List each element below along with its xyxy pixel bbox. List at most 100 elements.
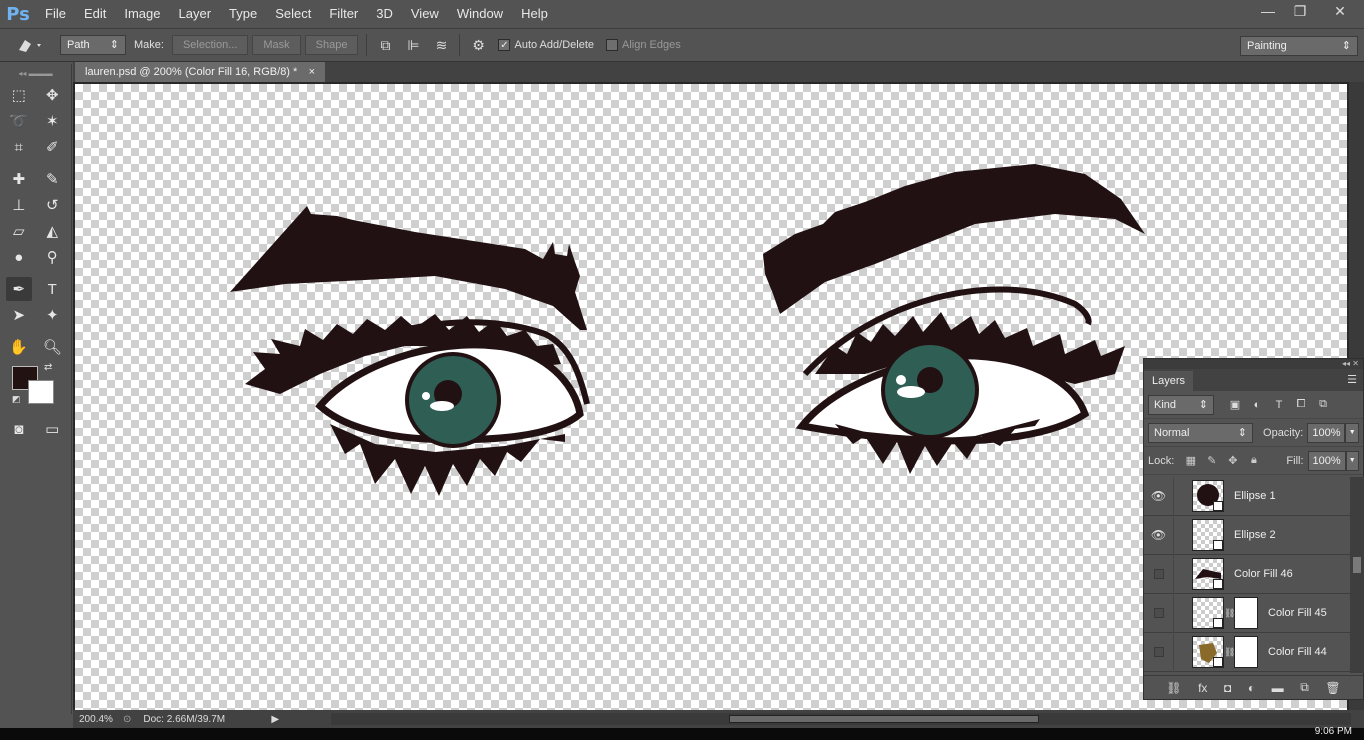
layer-row[interactable]: ⛓ Color Fill 44 <box>1144 632 1350 672</box>
minimize-button[interactable]: — <box>1252 0 1284 22</box>
lock-image-icon[interactable]: ✎ <box>1201 451 1222 471</box>
status-menu-arrow-icon[interactable]: ▶ <box>271 714 279 725</box>
panel-header[interactable]: ◂◂ ✕ <box>1144 359 1363 369</box>
zoom-tool-icon[interactable]: 🔍︎ <box>39 335 65 359</box>
visibility-toggle-empty[interactable] <box>1144 554 1174 594</box>
close-tab-icon[interactable]: × <box>309 62 315 82</box>
document-tab[interactable]: lauren.psd @ 200% (Color Fill 16, RGB/8)… <box>75 62 325 82</box>
path-arrangement-icon[interactable]: ≋ <box>427 28 455 62</box>
eraser-icon[interactable]: ▱ <box>6 219 32 243</box>
path-operations-icon[interactable]: ⧉ <box>371 28 399 62</box>
menu-window[interactable]: Window <box>448 0 512 28</box>
lock-position-icon[interactable]: ✥ <box>1222 451 1243 471</box>
restore-button[interactable]: ❐ <box>1284 0 1316 22</box>
smart-object-filter-icon[interactable]: ⧉ <box>1312 395 1334 415</box>
default-colors-icon[interactable]: ◩ <box>12 394 21 405</box>
link-chain-icon[interactable]: ⛓ <box>1224 608 1235 619</box>
path-selection-icon[interactable]: ➤ <box>6 303 32 327</box>
visibility-toggle-empty[interactable] <box>1144 593 1174 633</box>
auto-add-delete-checkbox[interactable]: ✓ Auto Add/Delete <box>492 39 600 51</box>
close-button[interactable]: ✕ <box>1316 0 1364 22</box>
opacity-dropdown-icon[interactable]: ▼ <box>1345 422 1359 443</box>
tab-layers[interactable]: Layers <box>1144 371 1194 391</box>
type-tool-icon[interactable]: T <box>39 277 65 301</box>
align-edges-checkbox[interactable]: Align Edges <box>600 39 687 51</box>
visibility-eye-icon[interactable]: 👁︎ <box>1144 515 1174 555</box>
visibility-eye-icon[interactable]: 👁︎ <box>1144 477 1174 516</box>
new-layer-icon[interactable]: ⧉ <box>1300 680 1309 695</box>
scroll-thumb[interactable] <box>729 715 1039 723</box>
panel-menu-icon[interactable]: ☰ <box>1347 373 1357 386</box>
mode-select[interactable]: Path ⇕ <box>60 35 126 55</box>
eyedropper-icon[interactable]: ✐ <box>39 135 65 159</box>
fill-input[interactable]: 100% <box>1307 450 1346 471</box>
layer-row[interactable]: Color Fill 46 <box>1144 554 1350 594</box>
pen-tool-icon[interactable]: ✒ <box>5 277 32 301</box>
healing-brush-icon[interactable]: ✚ <box>6 167 32 191</box>
screen-mode-icon[interactable]: ▭ <box>39 417 65 441</box>
dodge-tool-icon[interactable]: ⚲ <box>39 245 65 269</box>
visibility-toggle-empty[interactable] <box>1144 632 1174 672</box>
lock-transparent-icon[interactable]: ▦ <box>1180 451 1201 471</box>
make-selection-button[interactable]: Selection... <box>171 35 249 55</box>
link-layers-icon[interactable]: ⛓ <box>1166 681 1181 695</box>
delete-layer-trash-icon[interactable]: 🗑︎ <box>1325 681 1340 695</box>
menu-layer[interactable]: Layer <box>170 0 221 28</box>
toolbox-grip[interactable]: ◂◂ ▬▬▬ <box>0 64 71 82</box>
adjustment-filter-icon[interactable]: ◐ <box>1246 395 1268 415</box>
swap-colors-icon[interactable]: ⇄ <box>44 362 52 373</box>
menu-3d[interactable]: 3D <box>367 0 402 28</box>
layer-row[interactable]: 👁︎ Ellipse 2 <box>1144 515 1350 555</box>
paint-bucket-icon[interactable]: ◭ <box>39 219 65 243</box>
fill-dropdown-icon[interactable]: ▼ <box>1345 450 1359 471</box>
make-shape-button[interactable]: Shape <box>304 35 359 55</box>
type-filter-icon[interactable]: T <box>1268 395 1290 415</box>
menu-file[interactable]: File <box>36 0 75 28</box>
scroll-thumb[interactable] <box>1353 557 1361 573</box>
link-chain-icon[interactable]: ⛓ <box>1224 647 1235 658</box>
hand-tool-icon[interactable]: ✋ <box>6 335 32 359</box>
menu-edit[interactable]: Edit <box>75 0 115 28</box>
layer-mask-thumbnail[interactable] <box>1234 636 1258 668</box>
make-mask-button[interactable]: Mask <box>252 35 301 55</box>
custom-shape-icon[interactable]: ✦ <box>39 303 65 327</box>
path-alignment-icon[interactable]: ⊫ <box>399 28 427 62</box>
adjustment-layer-icon[interactable]: ◐ <box>1248 681 1255 695</box>
menu-filter[interactable]: Filter <box>320 0 367 28</box>
move-tool-icon[interactable]: ✥ <box>39 83 65 107</box>
zoom-level[interactable]: 200.4% <box>73 714 123 725</box>
layer-style-fx-icon[interactable]: fx <box>1198 681 1207 695</box>
blur-tool-icon[interactable]: ● <box>6 245 32 269</box>
gear-icon[interactable]: ⚙ <box>464 28 492 62</box>
clone-stamp-icon[interactable]: ⊥ <box>6 193 32 217</box>
blend-mode-select[interactable]: Normal ⇕ <box>1148 422 1254 443</box>
workspace-select[interactable]: Painting ⇕ <box>1240 36 1358 56</box>
rectangular-marquee-icon[interactable]: ⬚ <box>6 83 32 107</box>
layers-scrollbar[interactable] <box>1350 477 1364 673</box>
shape-filter-icon[interactable]: ⧠ <box>1290 395 1312 415</box>
tool-preset-picker[interactable] <box>0 28 60 62</box>
crop-tool-icon[interactable]: ⌗ <box>6 135 32 159</box>
menu-help[interactable]: Help <box>512 0 557 28</box>
brush-tool-icon[interactable]: ✎ <box>39 167 65 191</box>
background-color-swatch[interactable] <box>28 380 54 404</box>
magic-wand-icon[interactable]: ✶ <box>39 109 65 133</box>
quick-mask-icon[interactable]: ◙ <box>6 417 32 441</box>
add-mask-icon[interactable]: ◘ <box>1224 681 1231 695</box>
menu-image[interactable]: Image <box>115 0 169 28</box>
layer-row[interactable]: ⛓ Color Fill 45 <box>1144 593 1350 633</box>
menu-type[interactable]: Type <box>220 0 266 28</box>
opacity-input[interactable]: 100% <box>1307 422 1346 443</box>
history-brush-icon[interactable]: ↺ <box>39 193 65 217</box>
canvas-horizontal-scrollbar[interactable] <box>331 713 1351 725</box>
lasso-tool-icon[interactable]: ➰ <box>6 109 32 133</box>
layer-row[interactable]: 👁︎ Ellipse 1 <box>1144 477 1350 516</box>
pixel-filter-icon[interactable]: ▣ <box>1224 395 1246 415</box>
filter-kind-select[interactable]: Kind ⇕ <box>1148 394 1214 415</box>
status-info-icon[interactable]: ⊙ <box>123 714 131 725</box>
new-group-folder-icon[interactable]: ▬ <box>1272 681 1284 695</box>
menu-view[interactable]: View <box>402 0 448 28</box>
lock-all-icon[interactable]: 🔒︎ <box>1243 451 1264 471</box>
menu-select[interactable]: Select <box>266 0 320 28</box>
layer-mask-thumbnail[interactable] <box>1234 597 1258 629</box>
